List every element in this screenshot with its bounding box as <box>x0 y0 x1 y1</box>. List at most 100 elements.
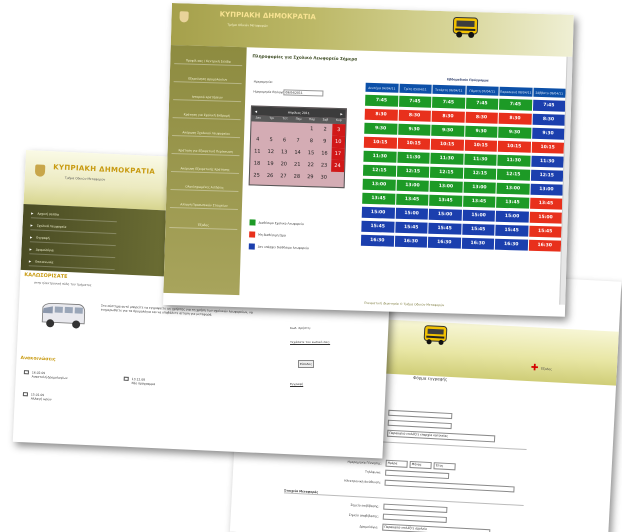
calendar-day[interactable]: 16 <box>318 147 332 159</box>
nav-item-contact[interactable]: ▶ Επικοινωνία <box>28 256 116 271</box>
slot-available[interactable]: 12:15 <box>496 168 530 181</box>
slot-available[interactable]: 7:45 <box>365 94 398 107</box>
calendar-day[interactable]: 30 <box>317 171 331 183</box>
calendar-day[interactable]: 3 <box>331 123 346 137</box>
register-link[interactable]: Εγγραφή <box>290 382 303 386</box>
slot-available[interactable]: 11:30 <box>363 150 397 163</box>
calendar-day[interactable]: 4 <box>251 133 265 145</box>
calendar-empty-cell <box>251 121 265 133</box>
last-name-input[interactable] <box>387 419 452 430</box>
slot-available[interactable]: 7:45 <box>465 97 499 110</box>
slot-available[interactable]: 9:30 <box>464 125 498 138</box>
calendar-widget[interactable]: ◀ Απρίλιος 2011 ▶ Δευ Τρι Τετ Πεμ Παρ Σαβ Κυρ … <box>248 105 347 189</box>
slot-available[interactable]: 13:00 <box>362 178 396 191</box>
calendar-day[interactable]: 22 <box>304 159 318 171</box>
slot-available[interactable]: 13:45 <box>496 196 529 209</box>
calendar-day[interactable]: 26 <box>263 170 277 182</box>
slot-available[interactable]: 12:15 <box>362 164 396 177</box>
slot-available[interactable]: 12:15 <box>429 166 463 179</box>
side-item-cancel-special[interactable]: Ακύρωση Εξαιρετικής Κράτησης <box>170 165 240 175</box>
selected-date-input[interactable]: 09/04/2011 <box>283 89 324 97</box>
calendar-day[interactable]: 29 <box>303 171 317 183</box>
slot-available[interactable]: 12:15 <box>463 167 497 180</box>
slot-available[interactable]: 11:30 <box>396 151 430 164</box>
pickup-input[interactable] <box>383 503 448 513</box>
announcement-item[interactable]: 13.12.08 Νέο πρόγραμμα <box>123 376 155 386</box>
birth-year-select[interactable]: Έτος <box>433 462 456 471</box>
calendar-day[interactable]: 15 <box>304 147 318 159</box>
calendar-day[interactable]: 8 <box>304 135 318 147</box>
calendar-day[interactable]: 5 <box>264 134 278 146</box>
slot-available[interactable]: 13:45 <box>462 195 496 208</box>
route-select[interactable]: Παρακαλώ επιλέξτε σχολείο <box>382 523 491 532</box>
slot-available[interactable]: 13:00 <box>396 179 429 192</box>
calendar-day[interactable]: 6 <box>278 134 292 146</box>
slot-available[interactable]: 13:45 <box>429 194 462 207</box>
next-month-icon[interactable]: ▶ <box>340 112 342 116</box>
calendar-day[interactable]: 23 <box>317 159 331 171</box>
calendar-day[interactable]: 18 <box>250 157 264 169</box>
calendar-day[interactable]: 7 <box>291 135 305 147</box>
email-input[interactable] <box>384 479 515 493</box>
slot-available[interactable]: 7:45 <box>498 98 532 111</box>
calendar-day[interactable]: 19 <box>264 158 278 170</box>
slot-available[interactable]: 7:45 <box>398 95 432 108</box>
announcement-item[interactable]: 15.01.09 Αλλαγή ωρών <box>22 392 52 401</box>
side-item-special-booking[interactable]: Κράτηση για Εξαιρετική Περίπτωση <box>171 147 240 157</box>
announcement-item[interactable]: 16.02.09 Αναστολή δρομολογίων <box>23 370 68 380</box>
calendar-day[interactable]: 25 <box>250 169 264 181</box>
side-item-profile[interactable]: Προφίλ σας / Κεντρική Σελίδα <box>174 57 243 67</box>
side-item-trip-booking[interactable]: Κράτηση για Σχολική Εκδρομή <box>172 111 241 121</box>
district-select[interactable]: Παρακαλώ επιλέξτε επαρχία κατοικίας <box>387 429 496 443</box>
slot-available[interactable]: 13:00 <box>429 180 463 193</box>
announcement-link[interactable]: Νέο πρόγραμμα <box>131 381 155 386</box>
slot-available[interactable]: 9:30 <box>397 123 431 136</box>
forgot-password-link[interactable]: Ξεχάσατε τον κωδικό σας; <box>290 340 330 344</box>
slot-available[interactable]: 13:00 <box>462 181 496 194</box>
slot-available[interactable]: 9:30 <box>431 124 464 137</box>
calendar-day[interactable]: 20 <box>277 158 291 170</box>
calendar-day[interactable]: 28 <box>290 171 304 183</box>
calendar-day[interactable]: 17 <box>330 147 345 161</box>
login-button[interactable]: Είσοδος <box>298 360 314 368</box>
calendar-day[interactable]: 12 <box>264 146 278 158</box>
side-item-cancel-bus[interactable]: Ακύρωση Σχολικού Λεωφορείου <box>172 129 241 139</box>
slot-available[interactable]: 13:45 <box>395 193 429 206</box>
slot-available[interactable]: 11:30 <box>463 153 497 166</box>
slot-available[interactable]: 11:30 <box>497 154 531 167</box>
cyprus-emblem-icon <box>179 11 189 23</box>
calendar-day[interactable]: 14 <box>291 147 305 159</box>
slot-available[interactable]: 9:30 <box>498 126 531 139</box>
side-item-history[interactable]: Ιστορικό κρατήσεων <box>173 93 242 103</box>
announcement-link[interactable]: Αναστολή δρομολογίων <box>32 374 68 380</box>
side-item-logout[interactable]: Έξοδος <box>169 221 238 231</box>
calendar-day[interactable]: 21 <box>290 159 304 171</box>
slot-available[interactable]: 7:45 <box>432 96 465 109</box>
phone-input[interactable] <box>385 469 450 480</box>
calendar-day[interactable]: 1 <box>305 123 319 135</box>
prev-month-icon[interactable]: ◀ <box>255 109 257 113</box>
side-item-routes[interactable]: Εξερεύνηση Δρομολογίων <box>173 75 242 85</box>
calendar-day[interactable]: 9 <box>318 135 332 147</box>
calendar-day[interactable]: 27 <box>277 170 291 182</box>
slot-available[interactable]: 11:30 <box>430 152 464 165</box>
announcement-link[interactable]: Αλλαγή ωρών <box>31 396 52 401</box>
slot-available[interactable]: 12:15 <box>396 165 430 178</box>
slot-available[interactable]: 9:30 <box>364 122 398 135</box>
close-cross-icon[interactable]: ✚ <box>531 363 539 373</box>
calendar-day[interactable]: 13 <box>277 146 291 158</box>
slot-unavailable: 10:15 <box>397 137 431 150</box>
birth-month-select[interactable]: Μήνας <box>409 460 432 470</box>
close-label[interactable]: Έξοδος <box>541 367 552 372</box>
slot-available[interactable]: 13:00 <box>496 182 530 195</box>
birth-day-select[interactable]: Ημέρα <box>385 459 408 468</box>
dropoff-input[interactable] <box>382 513 447 523</box>
calendar-day[interactable]: 11 <box>250 145 264 157</box>
calendar-day[interactable]: 24 <box>330 159 345 173</box>
side-item-edit-profile[interactable]: Αλλαγή Προσωπικών Στοιχείων <box>169 201 239 211</box>
slot-available[interactable]: 13:45 <box>362 192 395 205</box>
calendar-day[interactable]: 2 <box>318 123 332 135</box>
calendar-day[interactable]: 10 <box>331 135 346 149</box>
side-item-completed[interactable]: Ολοκληρωμένες Αιτήσεις <box>170 183 239 193</box>
first-name-input[interactable] <box>388 409 453 420</box>
